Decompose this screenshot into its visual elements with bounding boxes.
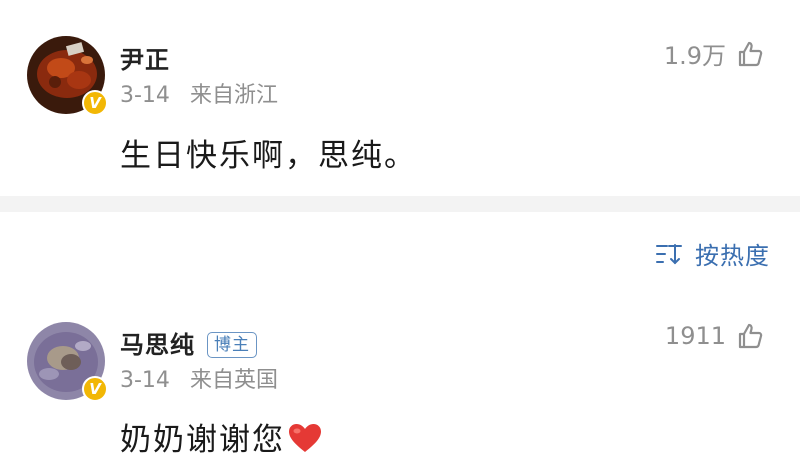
sort-icon — [656, 243, 682, 264]
comment-location: 来自浙江 — [189, 83, 278, 108]
comment-location: 来自英国 — [189, 368, 278, 393]
comment-username[interactable]: 尹正 — [120, 40, 170, 75]
comment-text: 生日快乐啊，思纯。 — [120, 138, 417, 174]
like-button[interactable]: 1.9万 — [664, 36, 764, 71]
sort-bar: 按热度 — [0, 212, 800, 306]
comment-item: V 马思纯 博主 3-14 来自英国 奶奶谢谢您 1911 — [0, 306, 800, 471]
comment-text-row: 奶奶谢谢您 — [120, 414, 323, 459]
thumbs-up-icon — [738, 323, 763, 349]
comment-item: V 尹正 3-14 来自浙江 生日快乐啊，思纯。 1.9万 — [0, 0, 800, 196]
verified-badge-icon: V — [82, 90, 108, 116]
like-count: 1911 — [664, 322, 726, 350]
blogger-badge: 博主 — [207, 332, 257, 358]
comment-date: 3-14 — [120, 368, 170, 393]
comment-username[interactable]: 马思纯 — [120, 331, 195, 359]
comment-meta: 3-14 来自英国 — [120, 362, 278, 394]
avatar[interactable]: V — [27, 36, 108, 116]
verified-badge-icon: V — [82, 376, 108, 402]
comment-date: 3-14 — [120, 83, 170, 108]
heart-emoji-icon — [289, 424, 321, 452]
avatar[interactable]: V — [27, 322, 108, 402]
section-divider — [0, 196, 800, 212]
comment-username-row: 马思纯 博主 — [120, 325, 257, 360]
sort-label: 按热度 — [695, 242, 770, 270]
sort-by-hot-button[interactable]: 按热度 — [655, 236, 770, 271]
like-count: 1.9万 — [663, 42, 726, 70]
comment-text: 奶奶谢谢您 — [120, 422, 285, 458]
like-button[interactable]: 1911 — [665, 322, 764, 350]
comment-meta: 3-14 来自浙江 — [120, 77, 278, 109]
thumbs-up-icon — [738, 41, 763, 66]
